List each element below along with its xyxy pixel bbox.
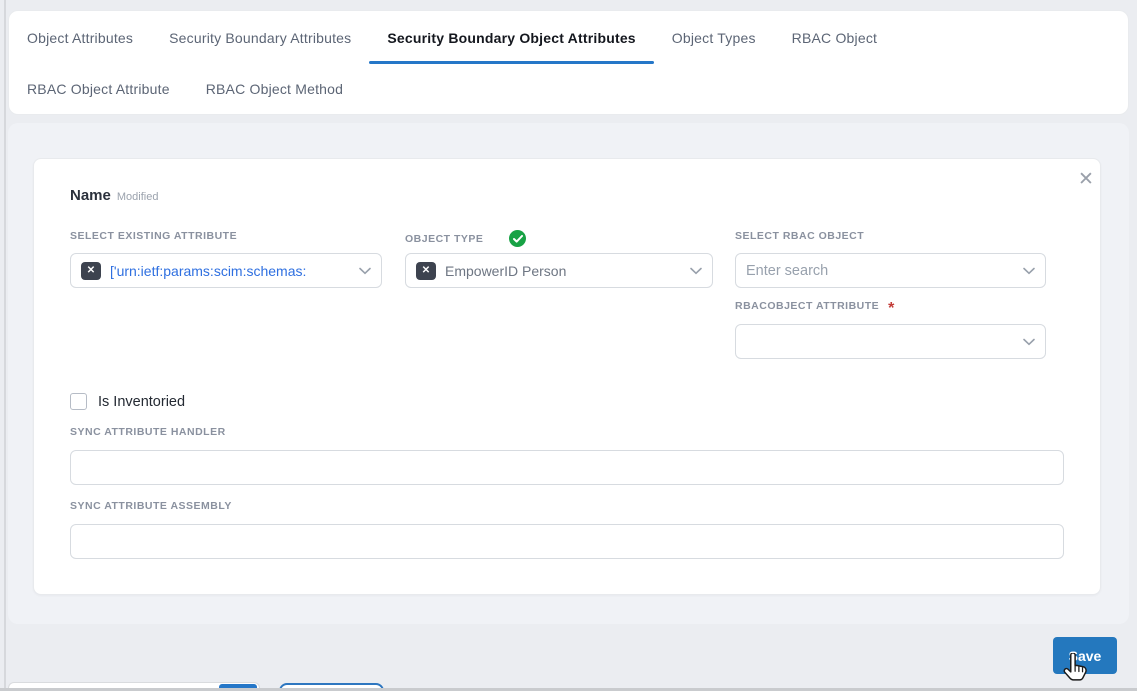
rbac-object-label: SELECT RBAC OBJECT bbox=[735, 230, 865, 242]
tab-row-2: RBAC Object Attribute RBAC Object Method bbox=[9, 64, 1128, 114]
chevron-down-icon[interactable] bbox=[690, 267, 702, 275]
valid-check-icon bbox=[509, 230, 527, 247]
existing-attribute-select[interactable]: ✕ ['urn:ietf:params:scim:schemas: bbox=[70, 253, 382, 288]
form-header: Name Modified bbox=[70, 187, 158, 204]
rbac-object-attribute-select[interactable] bbox=[735, 324, 1046, 359]
object-type-select[interactable]: ✕ EmpowerID Person bbox=[405, 253, 713, 288]
object-type-value: EmpowerID Person bbox=[445, 262, 567, 279]
sync-attribute-assembly-input[interactable] bbox=[70, 524, 1064, 559]
rbac-object-attribute-label-row: RBACOBJECT ATTRIBUTE * bbox=[735, 300, 895, 317]
tab-security-boundary-object-attributes[interactable]: Security Boundary Object Attributes bbox=[369, 11, 655, 64]
sync-attribute-assembly-label: SYNC ATTRIBUTE ASSEMBLY bbox=[70, 500, 232, 512]
chevron-down-icon[interactable] bbox=[1023, 338, 1035, 346]
sync-attribute-handler-label: SYNC ATTRIBUTE HANDLER bbox=[70, 426, 226, 438]
tab-rbac-object[interactable]: RBAC Object bbox=[774, 11, 895, 64]
chevron-down-icon[interactable] bbox=[1023, 267, 1035, 275]
edit-attribute-form: ✕ Name Modified SELECT EXISTING ATTRIBUT… bbox=[33, 158, 1101, 595]
remove-value-icon[interactable]: ✕ bbox=[81, 261, 101, 280]
modified-badge: Modified bbox=[116, 191, 159, 203]
remove-value-icon[interactable]: ✕ bbox=[416, 261, 436, 280]
tab-object-types[interactable]: Object Types bbox=[654, 11, 774, 64]
chevron-down-icon[interactable] bbox=[359, 267, 371, 275]
save-button[interactable]: Save bbox=[1053, 637, 1117, 674]
tab-security-boundary-attributes[interactable]: Security Boundary Attributes bbox=[151, 11, 369, 64]
existing-attribute-value: ['urn:ietf:params:scim:schemas: bbox=[110, 262, 307, 279]
tab-bar-card: Object Attributes Security Boundary Attr… bbox=[8, 10, 1129, 115]
sync-attribute-handler-input[interactable] bbox=[70, 450, 1064, 485]
rbac-object-attribute-label: RBACOBJECT ATTRIBUTE bbox=[735, 300, 880, 312]
existing-attribute-label: SELECT EXISTING ATTRIBUTE bbox=[70, 230, 238, 242]
is-inventoried-label: Is Inventoried bbox=[98, 393, 186, 410]
is-inventoried-row[interactable]: Is Inventoried bbox=[70, 393, 185, 410]
tab-object-attributes[interactable]: Object Attributes bbox=[9, 11, 151, 64]
tab-rbac-object-method[interactable]: RBAC Object Method bbox=[188, 64, 361, 114]
rbac-object-select[interactable]: Enter search bbox=[735, 253, 1046, 288]
form-title: Name bbox=[70, 187, 111, 204]
is-inventoried-checkbox[interactable] bbox=[70, 393, 87, 410]
object-type-label-row: OBJECT TYPE bbox=[405, 230, 527, 247]
tab-row-1: Object Attributes Security Boundary Attr… bbox=[9, 11, 1128, 64]
object-type-label: OBJECT TYPE bbox=[405, 232, 484, 245]
window-edge-line bbox=[4, 0, 6, 691]
rbac-object-placeholder: Enter search bbox=[746, 262, 829, 279]
tab-rbac-object-attribute[interactable]: RBAC Object Attribute bbox=[9, 64, 188, 114]
close-icon[interactable]: ✕ bbox=[1074, 167, 1098, 191]
